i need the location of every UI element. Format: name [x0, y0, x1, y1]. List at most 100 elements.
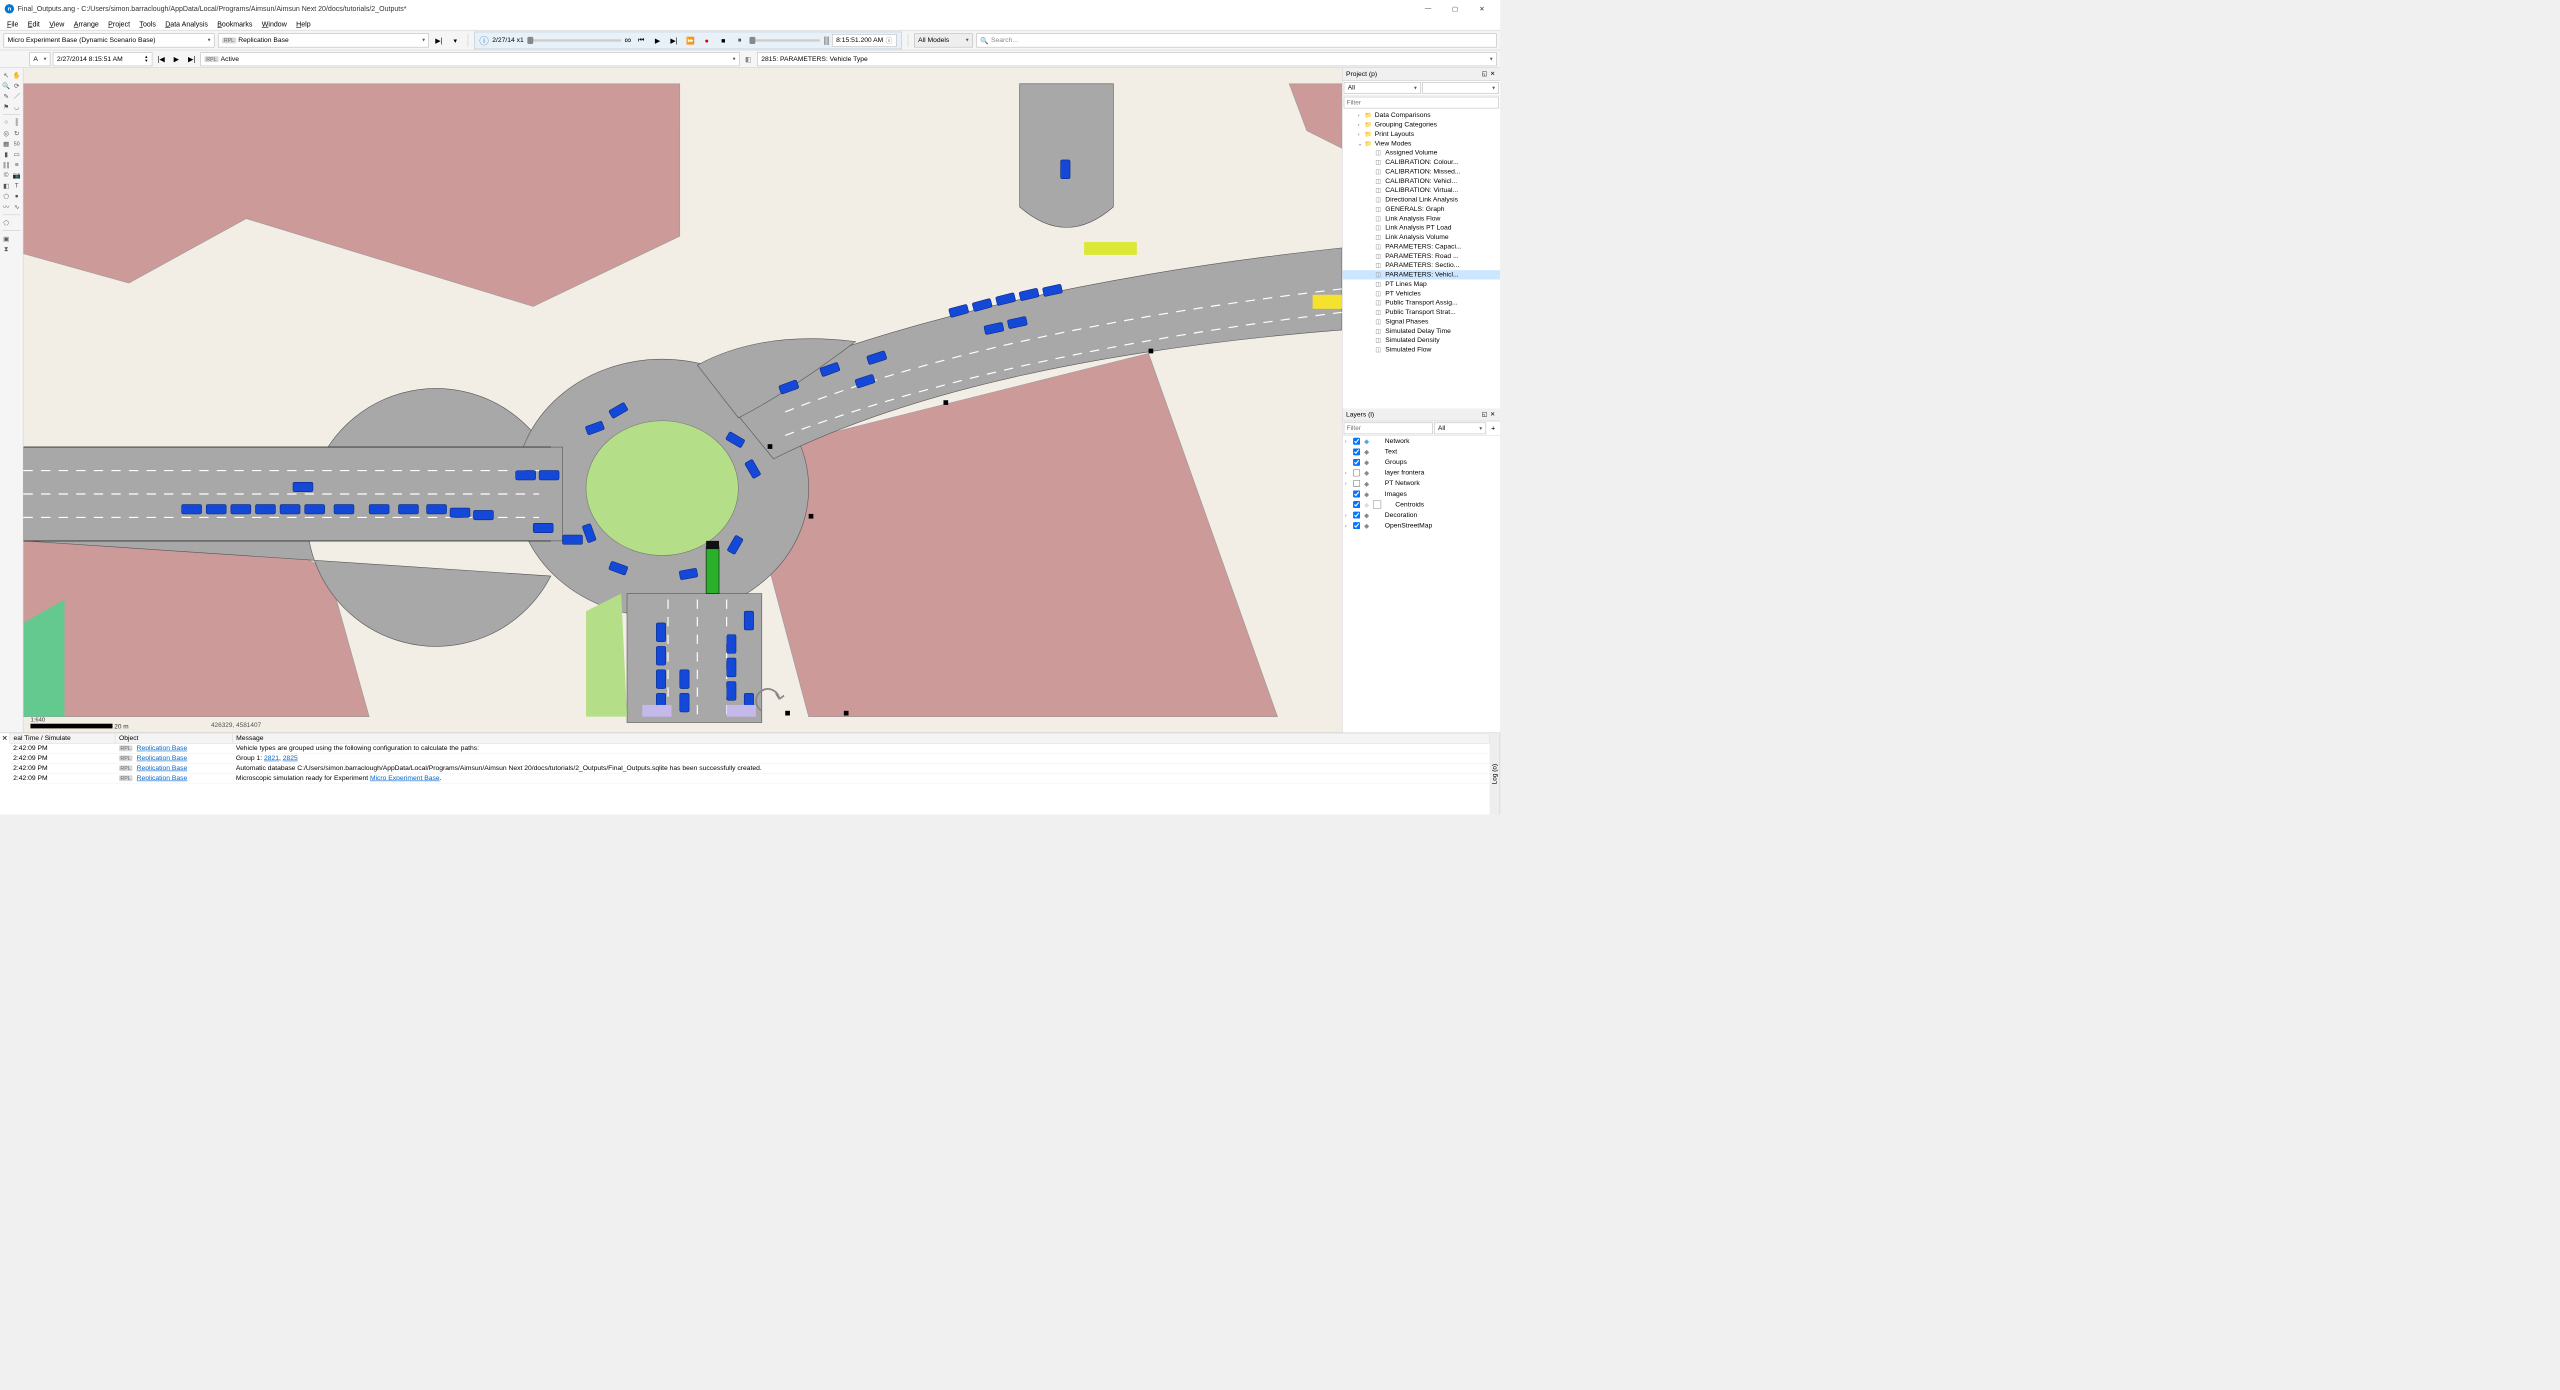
- log-object-link[interactable]: Replication Base: [137, 755, 188, 762]
- layer-visible-checkbox[interactable]: [1353, 512, 1360, 519]
- pointer-tool[interactable]: ↖: [1, 70, 10, 79]
- meter-tool[interactable]: 50: [12, 139, 21, 148]
- log-link[interactable]: 2825: [283, 755, 298, 762]
- play2-button[interactable]: ▶: [170, 52, 183, 65]
- tree-item[interactable]: ›📁Data Comparisons: [1343, 111, 1501, 120]
- layer-row[interactable]: ›◆layer frontera: [1343, 468, 1501, 479]
- sim-clock[interactable]: 8:15:51.200 AM ⓧ: [832, 34, 896, 47]
- tree-item[interactable]: ◫PT Vehicles: [1343, 289, 1501, 298]
- project-tree[interactable]: ›📁Data Comparisons›📁Grouping Categories›…: [1343, 110, 1501, 409]
- layer-visible-checkbox[interactable]: [1353, 501, 1360, 508]
- log-tab[interactable]: Log (o): [1490, 733, 1501, 814]
- skip-fwd-button[interactable]: ▶|: [185, 52, 198, 65]
- close-button[interactable]: ✕: [1469, 0, 1496, 18]
- speed-slider[interactable]: [750, 39, 820, 41]
- zoom-tool[interactable]: 🔍: [1, 81, 10, 90]
- layer-visible-checkbox[interactable]: [1353, 480, 1360, 487]
- blank3-tool[interactable]: [12, 244, 21, 253]
- tree-item[interactable]: ◫Simulated Flow: [1343, 345, 1501, 354]
- stop-button[interactable]: ■: [717, 34, 730, 47]
- layer-visible-checkbox[interactable]: [1353, 459, 1360, 466]
- menu-data-analysis[interactable]: Data Analysis: [161, 18, 213, 29]
- menu-view[interactable]: View: [45, 18, 70, 29]
- flag-tool[interactable]: ⚑: [1, 102, 10, 111]
- layers-filter-input[interactable]: [1344, 423, 1433, 435]
- log-header[interactable]: Object: [115, 733, 232, 743]
- tree-item[interactable]: ◫CALIBRATION: Vehicl...: [1343, 176, 1501, 185]
- node-tool[interactable]: ○: [1, 118, 10, 127]
- maximize-button[interactable]: ▢: [1442, 0, 1469, 18]
- cube-tool[interactable]: ◧: [1, 181, 10, 190]
- text-tool[interactable]: T: [12, 181, 21, 190]
- datetime-field[interactable]: 2/27/2014 8:15:51 AM ▲▼: [53, 52, 153, 66]
- panel-float-icon[interactable]: ◱: [1480, 70, 1488, 78]
- layers-close-icon[interactable]: ✕: [1488, 410, 1496, 418]
- log-header[interactable]: Message: [232, 733, 1489, 743]
- pen-tool[interactable]: ✎: [1, 91, 10, 100]
- project-filter-input[interactable]: [1344, 97, 1499, 109]
- tree-item[interactable]: ◫PARAMETERS: Vehicl...: [1343, 270, 1501, 279]
- tree-item[interactable]: ◫Simulated Delay Time: [1343, 326, 1501, 335]
- rotate-tool[interactable]: ⟳: [12, 81, 21, 90]
- tree-item[interactable]: ◫PARAMETERS: Road ...: [1343, 251, 1501, 260]
- tree-item[interactable]: ◫PARAMETERS: Sectio...: [1343, 261, 1501, 270]
- layer-row[interactable]: ›◆Network: [1343, 436, 1501, 447]
- lanes-tool[interactable]: ║: [12, 118, 21, 127]
- detector-tool[interactable]: ▦: [1, 139, 10, 148]
- layer-row[interactable]: ›◆PT Network: [1343, 478, 1501, 489]
- tree-item[interactable]: ◫CALIBRATION: Colour...: [1343, 158, 1501, 167]
- layer-row[interactable]: ◆Groups: [1343, 457, 1501, 468]
- log-close-button[interactable]: ✕: [0, 733, 9, 814]
- polygon-tool[interactable]: ⬠: [1, 192, 10, 201]
- panel-close-icon[interactable]: ✕: [1488, 70, 1496, 78]
- arc-tool[interactable]: ◡: [12, 102, 21, 111]
- tree-item[interactable]: ◫Link Analysis Flow: [1343, 214, 1501, 223]
- rewind-button[interactable]: ⏮: [635, 34, 648, 47]
- menu-edit[interactable]: Edit: [23, 18, 45, 29]
- line-tool[interactable]: ／: [12, 91, 21, 100]
- turn-tool[interactable]: ↻: [12, 128, 21, 137]
- replication-combo[interactable]: RPL Replication Base▾: [218, 33, 429, 47]
- log-object-link[interactable]: Replication Base: [137, 745, 188, 752]
- crop-tool[interactable]: ▣: [1, 234, 10, 243]
- log-object-link[interactable]: Replication Base: [137, 765, 188, 772]
- run-dropdown[interactable]: ▾: [449, 34, 462, 47]
- search-input[interactable]: 🔍 Search...: [976, 33, 1496, 47]
- menu-tools[interactable]: Tools: [135, 18, 161, 29]
- pause-button[interactable]: ⏸: [733, 34, 746, 47]
- layers-filter-combo[interactable]: All▾: [1434, 423, 1486, 435]
- tree-item[interactable]: ◫Simulated Density: [1343, 336, 1501, 345]
- log-row[interactable]: 2:42:09 PMRPL Replication BaseVehicle ty…: [10, 743, 1490, 753]
- log-object-link[interactable]: Replication Base: [137, 775, 188, 782]
- tree-item[interactable]: ◫GENERALS: Graph: [1343, 205, 1501, 214]
- menu-window[interactable]: Window: [257, 18, 291, 29]
- layer-row[interactable]: ›◆Decoration: [1343, 510, 1501, 521]
- layers-list[interactable]: ›◆Network◆Text◆Groups›◆layer frontera›◆P…: [1343, 436, 1501, 733]
- rows-tool[interactable]: ≡: [12, 160, 21, 169]
- layers-float-icon[interactable]: ◱: [1480, 410, 1488, 418]
- tree-item[interactable]: ◫PARAMETERS: Capaci...: [1343, 242, 1501, 251]
- log-header[interactable]: eal Time / Simulate: [10, 733, 115, 743]
- view-mode-icon[interactable]: ◧: [742, 52, 755, 65]
- layer-visible-checkbox[interactable]: [1353, 448, 1360, 455]
- layer-row[interactable]: ›◆OpenStreetMap: [1343, 520, 1501, 531]
- camera-tool[interactable]: 📷: [12, 171, 21, 180]
- log-row[interactable]: 2:42:09 PMRPL Replication BaseGroup 1: 2…: [10, 753, 1490, 763]
- centroid-tool[interactable]: ◎: [1, 128, 10, 137]
- status-combo[interactable]: RPL Active▾: [200, 52, 739, 66]
- experiment-combo[interactable]: Micro Experiment Base (Dynamic Scenario …: [4, 33, 215, 47]
- tree-item[interactable]: ◫CALIBRATION: Missed...: [1343, 167, 1501, 176]
- layer-visible-checkbox[interactable]: [1353, 490, 1360, 497]
- copyright-tool[interactable]: ©: [1, 171, 10, 180]
- cols-tool[interactable]: ∥∥: [1, 160, 10, 169]
- step-button[interactable]: ▶|: [668, 34, 681, 47]
- pentagon2-tool[interactable]: ⬠: [1, 218, 10, 227]
- map-canvas[interactable]: 1:640 20 m 426329, 4581407: [23, 68, 1342, 733]
- layer-row[interactable]: ◆Text: [1343, 447, 1501, 458]
- menu-file[interactable]: File: [2, 18, 23, 29]
- clear-time-icon[interactable]: ⓧ: [886, 35, 893, 44]
- menu-arrange[interactable]: Arrange: [69, 18, 103, 29]
- log-row[interactable]: 2:42:09 PMRPL Replication BaseAutomatic …: [10, 763, 1490, 773]
- tree-item[interactable]: ◫PT Lines Map: [1343, 280, 1501, 289]
- menu-bookmarks[interactable]: Bookmarks: [213, 18, 258, 29]
